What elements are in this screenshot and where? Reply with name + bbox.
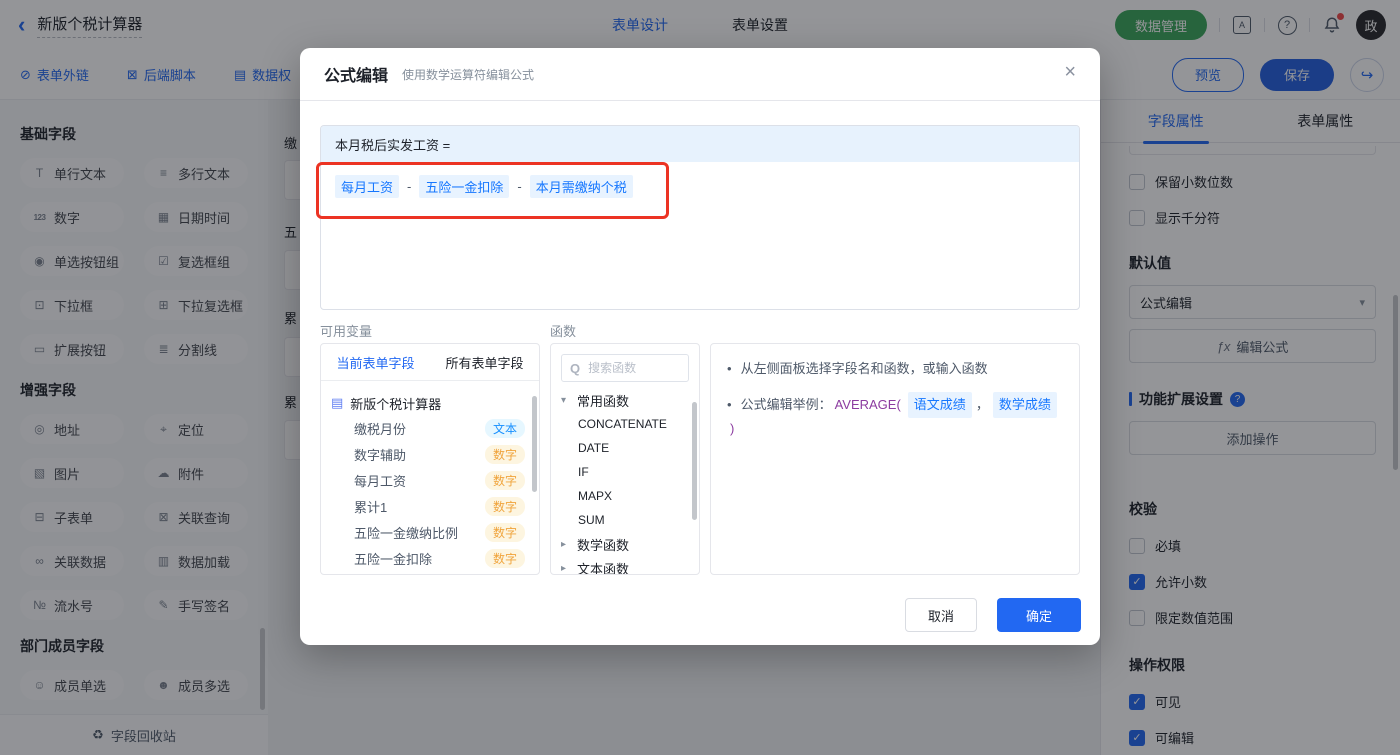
tips-panel: • 从左侧面板选择字段名和函数，或输入函数 • 公式编辑举例： AVERAGE(…	[710, 343, 1080, 575]
type-badge-number: 数字	[484, 522, 525, 542]
search-icon: Q	[570, 360, 581, 376]
function-search[interactable]: Q	[561, 354, 689, 382]
function-mapx[interactable]: MAPX	[551, 484, 699, 508]
variable-row[interactable]: 五险一金扣除 数字	[331, 545, 531, 571]
variable-row[interactable]: 累计1 数字	[331, 493, 531, 519]
function-date[interactable]: DATE	[551, 436, 699, 460]
bullet-icon: •	[727, 361, 732, 376]
formula-edit-modal: 公式编辑 使用数学运算符编辑公式 × 本月税后实发工资 = 每月工资 - 五险一…	[300, 48, 1100, 645]
type-badge-text: 文本	[484, 418, 525, 438]
modal-title: 公式编辑	[324, 68, 389, 85]
minus-operator: -	[407, 179, 412, 194]
chevron-right-icon: ▸	[561, 562, 567, 574]
formula-token-monthly-tax[interactable]: 本月需缴纳个税	[529, 175, 633, 198]
tab-all-form-fields[interactable]: 所有表单字段	[430, 344, 539, 380]
function-sum[interactable]: SUM	[551, 508, 699, 532]
document-icon: ▤	[331, 395, 344, 410]
example-arg-chinese-score: 语文成绩	[907, 392, 972, 418]
variable-row[interactable]: 每月工资 数字	[331, 467, 531, 493]
chevron-right-icon: ▸	[561, 538, 567, 550]
functions-panel: Q ▾ 常用函数 CONCATENATE DATE IF MAPX SUM ▸ …	[550, 343, 700, 575]
search-input[interactable]	[586, 360, 671, 376]
group-text-functions[interactable]: ▸ 文本函数	[551, 556, 699, 575]
variable-row[interactable]: 缴税月份 文本	[331, 415, 531, 441]
variable-row[interactable]: 数字辅助 数字	[331, 441, 531, 467]
tab-current-form-fields[interactable]: 当前表单字段	[321, 344, 430, 380]
type-badge-number: 数字	[484, 470, 525, 490]
modal-header: 公式编辑 使用数学运算符编辑公式 ×	[300, 48, 1100, 101]
type-badge-number: 数字	[484, 548, 525, 568]
variables-panel: 当前表单字段 所有表单字段 ▤ 新版个税计算器 缴税月份 文本 数字辅助 数字	[320, 343, 540, 575]
group-common-functions[interactable]: ▾ 常用函数	[551, 388, 699, 412]
example-close-paren: )	[730, 421, 735, 436]
variable-row[interactable]: 五险一金缴纳比例 数字	[331, 519, 531, 545]
variables-scrollbar[interactable]	[532, 396, 537, 492]
type-badge-number: 数字	[485, 575, 525, 576]
cancel-button[interactable]: 取消	[905, 598, 977, 632]
formula-target-label: 本月税后实发工资 =	[321, 126, 1079, 162]
variable-tree-root[interactable]: ▤ 新版个税计算器	[331, 391, 531, 415]
example-function-name: AVERAGE(	[834, 397, 901, 412]
functions-scrollbar[interactable]	[692, 402, 697, 520]
chevron-down-icon: ▾	[561, 394, 567, 406]
function-if[interactable]: IF	[551, 460, 699, 484]
example-arg-math-score: 数学成绩	[992, 392, 1057, 418]
formula-token-monthly-salary[interactable]: 每月工资	[335, 175, 400, 198]
minus-operator: -	[517, 179, 522, 194]
tip-line-1: • 从左侧面板选择字段名和函数，或输入函数	[727, 358, 1063, 380]
variables-label: 可用变量	[320, 324, 373, 339]
bullet-icon: •	[727, 397, 732, 412]
confirm-button[interactable]: 确定	[997, 598, 1081, 632]
formula-input-area[interactable]: 每月工资 - 五险一金扣除 - 本月需缴纳个税	[321, 162, 1079, 211]
formula-editor: 本月税后实发工资 = 每月工资 - 五险一金扣除 - 本月需缴纳个税	[320, 125, 1080, 310]
modal-subtitle: 使用数学运算符编辑公式	[402, 67, 535, 82]
group-math-functions[interactable]: ▸ 数学函数	[551, 532, 699, 556]
functions-label: 函数	[550, 324, 577, 339]
type-badge-number: 数字	[484, 444, 525, 464]
close-icon[interactable]: ×	[1064, 62, 1076, 82]
tip-line-2: • 公式编辑举例： AVERAGE( 语文成绩 ， 数学成绩 )	[727, 392, 1063, 440]
function-concatenate[interactable]: CONCATENATE	[551, 412, 699, 436]
type-badge-number: 数字	[484, 496, 525, 516]
formula-token-insurance-deduction[interactable]: 五险一金扣除	[419, 175, 510, 198]
variable-row-clipped[interactable]: 数字	[331, 571, 531, 576]
app-screen: ‹ 新版个税计算器 表单设计 表单设置 数据管理 A ? 政 ⊘ 表单外链 ⊠ …	[0, 0, 1400, 755]
